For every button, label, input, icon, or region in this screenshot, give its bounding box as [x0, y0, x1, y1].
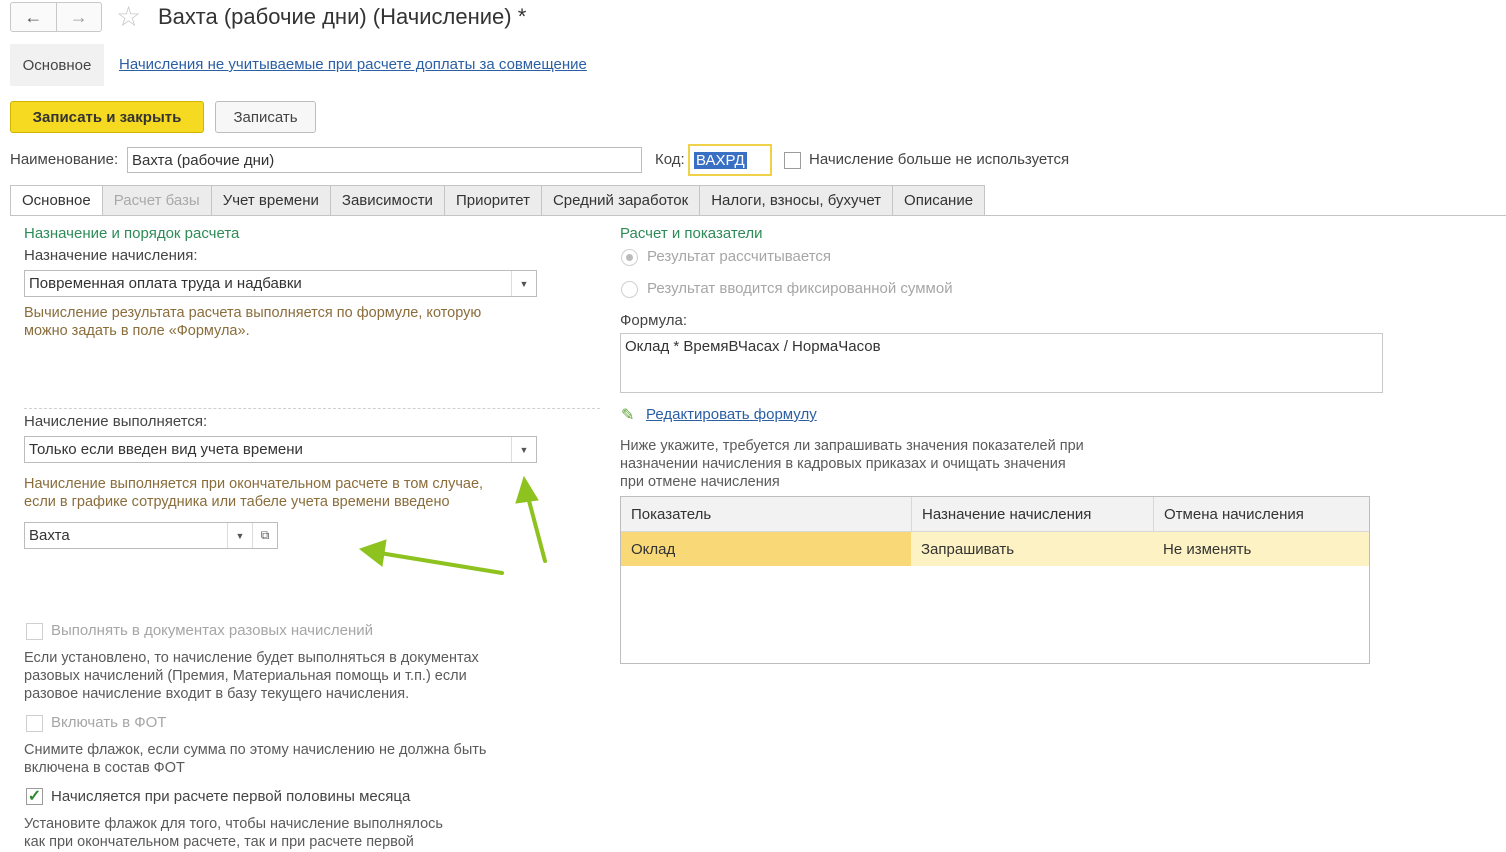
edit-formula-link[interactable]: Редактировать формулу	[646, 406, 817, 423]
column-header[interactable]: Отмена начисления	[1153, 497, 1369, 531]
pencil-icon: ✎	[621, 407, 635, 424]
indicators-table: Показатель Назначение начисления Отмена …	[620, 496, 1370, 664]
fot-checkbox[interactable]	[26, 715, 43, 732]
column-header[interactable]: Показатель	[621, 497, 911, 531]
arrow-up	[526, 495, 547, 563]
arrow-up-head	[515, 475, 539, 504]
onetime-hint: Если установлено, то начисление будет вы…	[24, 650, 479, 702]
first-half-hint: Установите флажок для того, чтобы начисл…	[24, 816, 443, 850]
column-header[interactable]: Назначение начисления	[911, 497, 1153, 531]
formula-label: Формула:	[620, 312, 688, 329]
table-cell[interactable]: Запрашивать	[911, 532, 1153, 566]
radio-calculated[interactable]	[621, 249, 638, 266]
indicators-note: Ниже укажите, требуется ли запрашивать з…	[620, 438, 1084, 490]
radio-fixed[interactable]	[621, 281, 638, 298]
table-row[interactable]: Оклад Запрашивать Не изменять	[621, 532, 1369, 566]
table-cell[interactable]: Не изменять	[1153, 532, 1369, 566]
annotation-arrows	[358, 475, 547, 575]
arrow-left-head	[358, 539, 387, 567]
checkmark-icon: ✓	[27, 787, 42, 805]
radio-calculated-label: Результат рассчитывается	[647, 248, 832, 265]
first-half-label: Начисляется при расчете первой половины …	[51, 788, 411, 805]
fot-hint: Снимите флажок, если сумма по этому начи…	[24, 742, 487, 776]
formula-value: Оклад * ВремяВЧасах / НормаЧасов	[625, 338, 881, 355]
formula-field[interactable]: Оклад * ВремяВЧасах / НормаЧасов	[620, 333, 1383, 393]
arrow-left	[378, 551, 504, 575]
calc-section-title: Расчет и показатели	[620, 225, 763, 242]
radio-fixed-label: Результат вводится фиксированной суммой	[647, 280, 953, 297]
table-cell[interactable]: Оклад	[621, 532, 911, 566]
table-header: Показатель Назначение начисления Отмена …	[621, 497, 1369, 532]
onetime-label: Выполнять в документах разовых начислени…	[51, 622, 373, 639]
fot-label: Включать в ФОТ	[51, 714, 167, 731]
onetime-checkbox[interactable]	[26, 623, 43, 640]
first-half-checkbox[interactable]: ✓	[26, 788, 43, 805]
